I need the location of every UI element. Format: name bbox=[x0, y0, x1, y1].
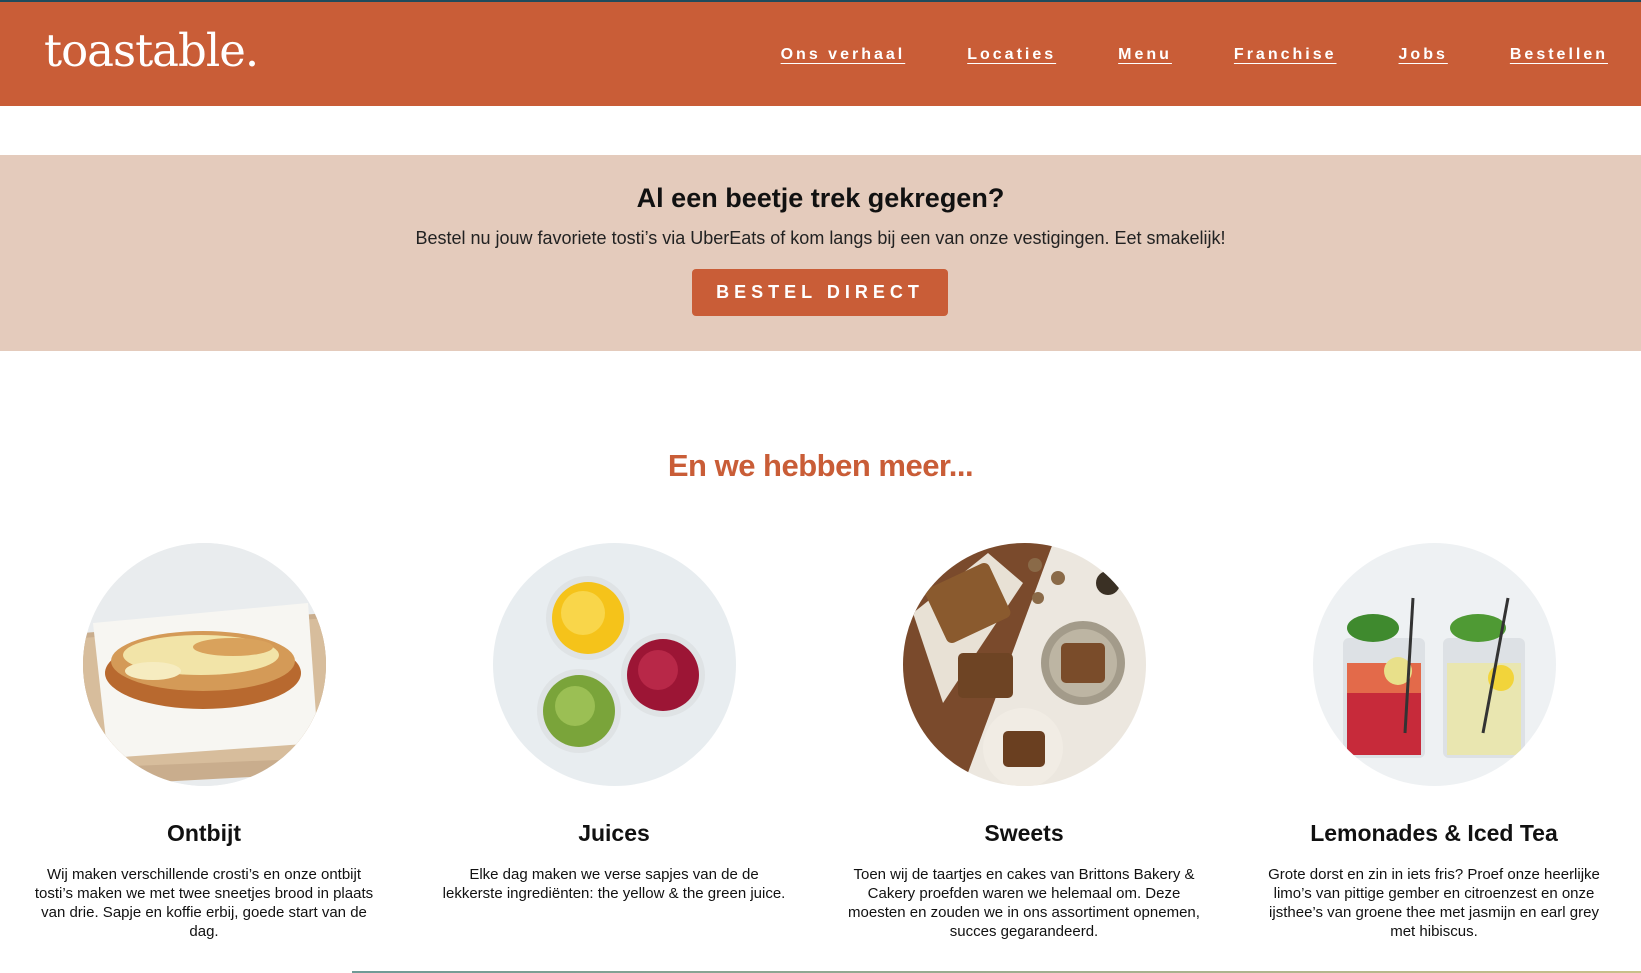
product-card-ontbijt: Ontbijt Wij maken verschillende crosti’s… bbox=[24, 543, 384, 941]
card-description: Elke dag maken we verse sapjes van de de… bbox=[442, 866, 786, 902]
card-title: Ontbijt bbox=[166, 820, 242, 846]
breakfast-toastie-photo bbox=[82, 543, 326, 786]
product-card-juices: Juices Elke dag maken we verse sapjes va… bbox=[434, 543, 794, 903]
promo-title: Al een beetje trek gekregen? bbox=[636, 183, 1005, 213]
card-description: Wij maken verschillende crosti’s en onze… bbox=[34, 866, 374, 940]
card-title: Lemonades & Iced Tea bbox=[1310, 820, 1558, 846]
nav-link-bestellen[interactable]: Bestellen bbox=[1510, 46, 1608, 64]
promo-text: Bestel nu jouw favoriete tosti’s via Ube… bbox=[415, 228, 1226, 248]
product-card-lemonades: Lemonades & Iced Tea Grote dorst en zin … bbox=[1254, 543, 1614, 941]
site-header: toastable. Ons verhaal Locaties Menu Fra… bbox=[0, 0, 1641, 106]
main-nav: Ons verhaal Locaties Menu Franchise Jobs… bbox=[781, 46, 1608, 64]
product-card-sweets: Sweets Toen wij de taartjes en cakes van… bbox=[844, 543, 1204, 941]
lemonades-photo bbox=[1312, 543, 1556, 786]
logo[interactable]: toastable. bbox=[44, 24, 259, 77]
card-title: Sweets bbox=[984, 820, 1064, 846]
sweets-photo bbox=[902, 543, 1146, 786]
nav-link-franchise[interactable]: Franchise bbox=[1234, 46, 1337, 64]
juices-photo bbox=[492, 543, 736, 786]
nav-link-jobs[interactable]: Jobs bbox=[1399, 46, 1448, 64]
card-description: Toen wij de taartjes en cakes van Britto… bbox=[848, 866, 1200, 940]
order-promo-banner: Al een beetje trek gekregen? Bestel nu j… bbox=[0, 155, 1641, 351]
nav-link-menu[interactable]: Menu bbox=[1118, 46, 1172, 64]
card-title: Juices bbox=[578, 820, 650, 846]
more-section-title: En we hebben meer... bbox=[667, 448, 974, 483]
page: toastable. Ons verhaal Locaties Menu Fra… bbox=[0, 0, 1641, 973]
order-now-button[interactable]: BESTEL DIRECT bbox=[692, 269, 948, 316]
card-description: Grote dorst en zin in iets fris? Proef o… bbox=[1268, 866, 1600, 940]
nav-link-locaties[interactable]: Locaties bbox=[967, 46, 1056, 64]
nav-link-ons-verhaal[interactable]: Ons verhaal bbox=[781, 46, 906, 64]
